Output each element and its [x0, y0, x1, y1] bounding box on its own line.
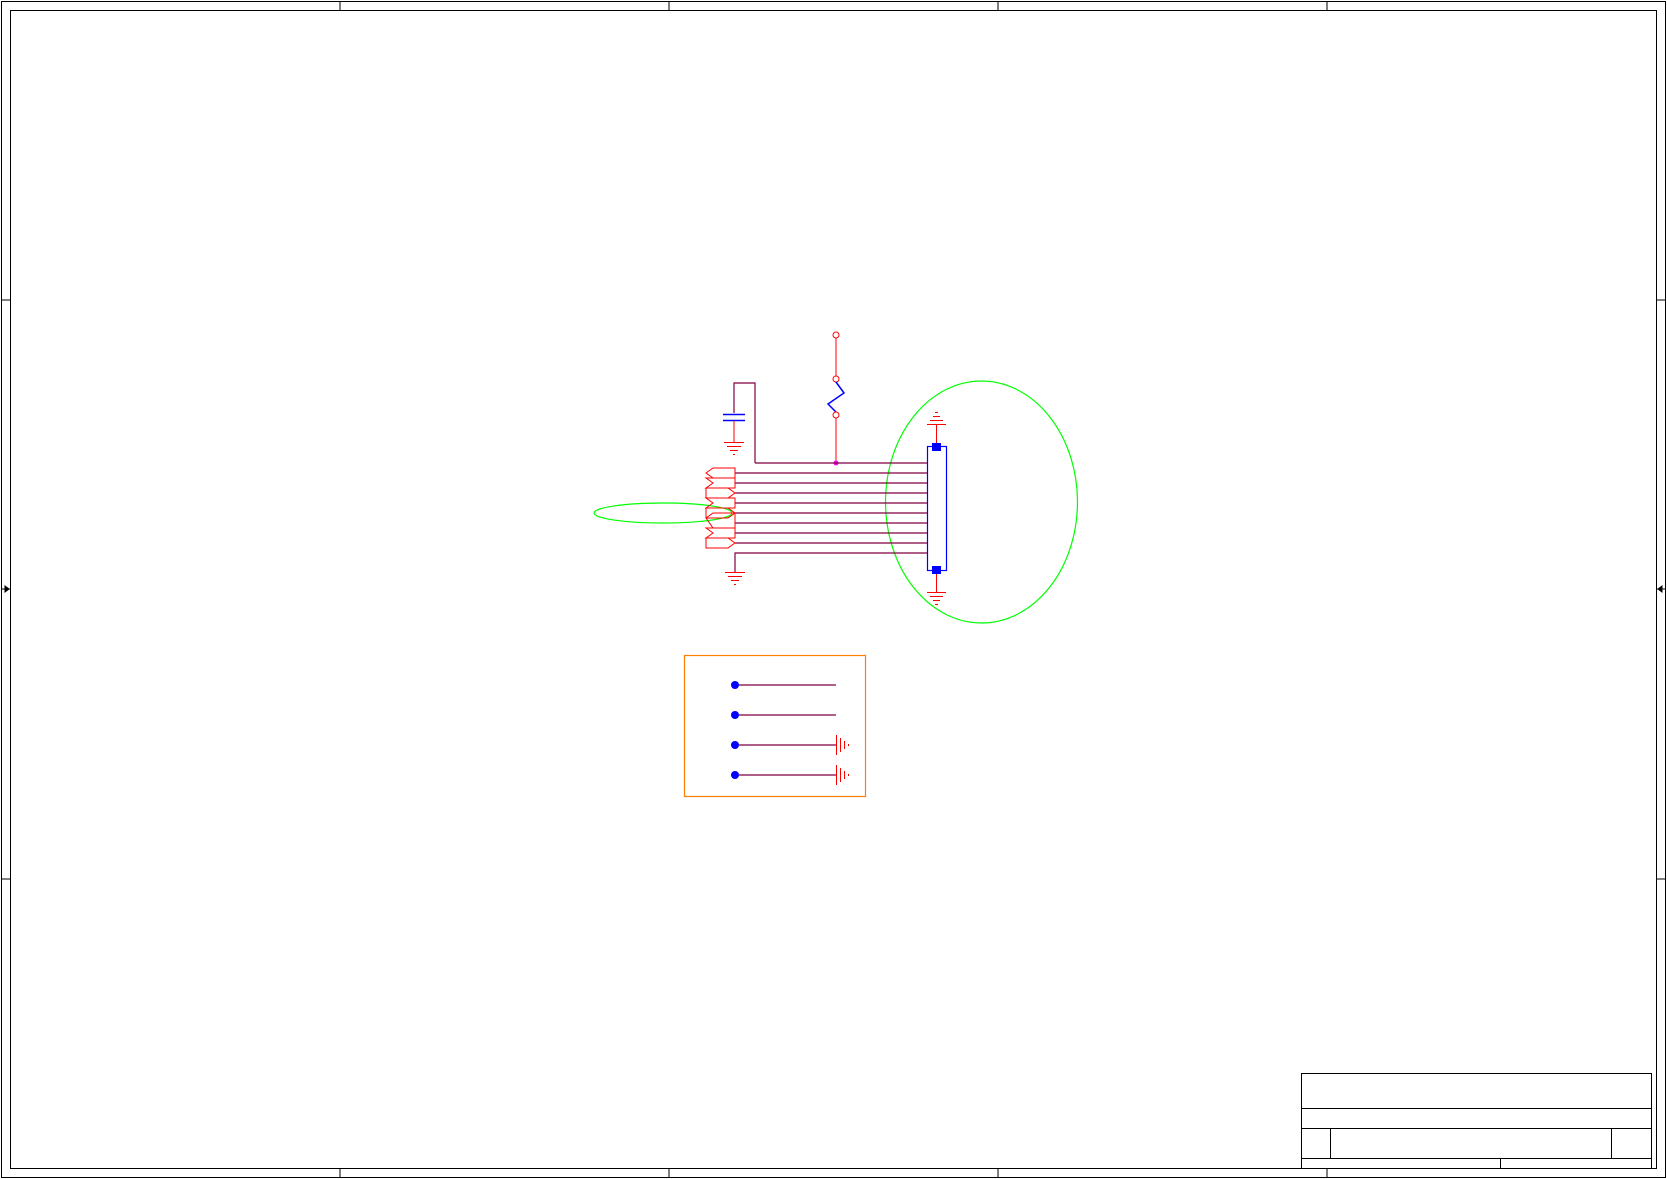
legend-row	[731, 735, 849, 755]
power-pin-icon[interactable]	[832, 331, 840, 376]
sheet-frame	[1, 1, 1666, 1178]
inductor-icon[interactable]	[826, 375, 846, 463]
ground-icon	[927, 592, 946, 605]
pin-dot-icon	[731, 711, 739, 719]
highlight-ellipse-port	[593, 502, 733, 524]
capacitor-icon[interactable]	[723, 382, 756, 463]
left-arrow-icon	[2, 585, 10, 593]
ground-icon	[725, 572, 745, 585]
port-icon	[705, 537, 736, 549]
pin-dot-icon	[731, 741, 739, 749]
port-icons[interactable]	[704, 467, 736, 549]
legend-box	[683, 654, 867, 798]
title-block	[1301, 1073, 1652, 1169]
inner-border	[10, 10, 1657, 1169]
ground-icon	[927, 412, 946, 425]
port-icon	[704, 477, 736, 489]
schematic-sheet	[1, 1, 1666, 1178]
pin-dot-icon	[731, 771, 739, 779]
ground-icon	[724, 442, 744, 455]
outer-border	[1, 1, 1666, 1178]
chassis-ground-icon	[836, 765, 849, 785]
legend-row	[731, 765, 849, 785]
net-wires	[734, 462, 927, 572]
legend-row	[731, 711, 836, 719]
port-icon	[704, 527, 736, 539]
port-icon	[705, 467, 736, 479]
highlight-ellipse-connector	[884, 380, 1079, 624]
port-icon	[705, 487, 736, 499]
connector-icon[interactable]	[926, 425, 948, 592]
legend-row	[731, 681, 836, 689]
pin-dot-icon	[731, 681, 739, 689]
chassis-ground-icon	[836, 735, 849, 755]
right-arrow-icon	[1657, 585, 1665, 593]
port-icon	[704, 497, 736, 509]
